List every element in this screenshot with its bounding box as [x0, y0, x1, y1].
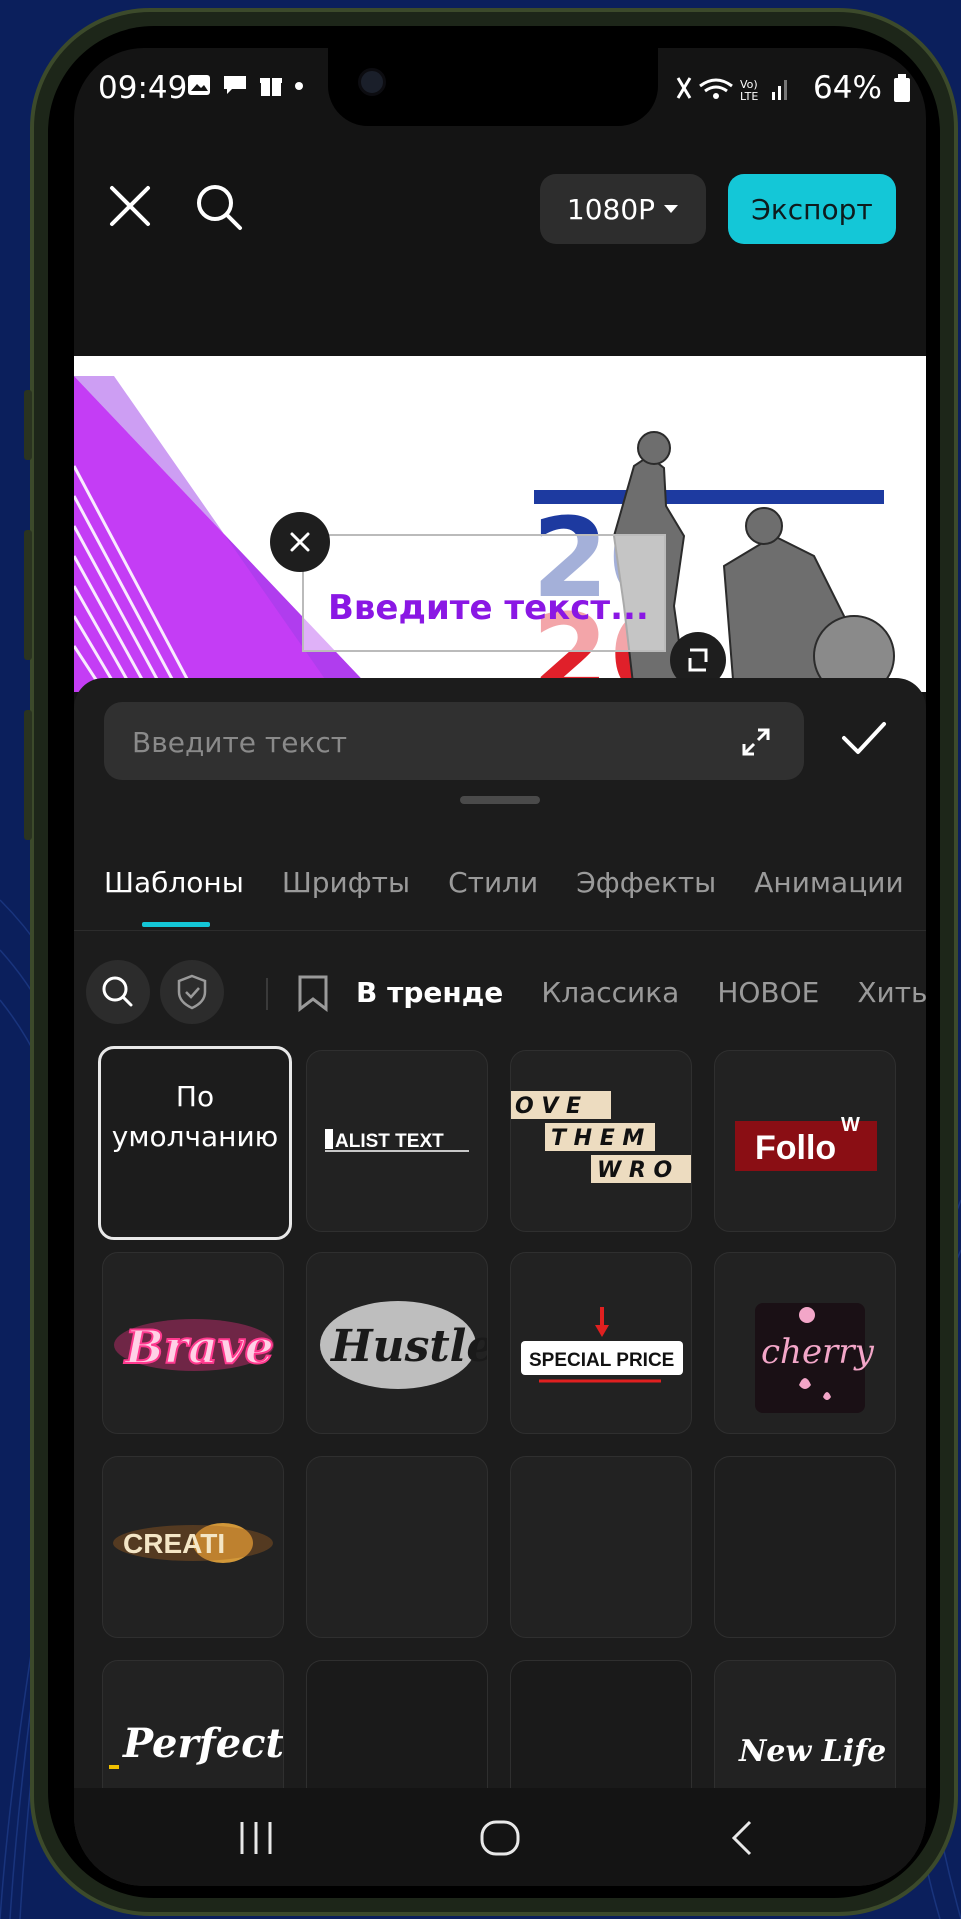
close-icon — [290, 532, 310, 552]
template-tile[interactable]: Hustle — [306, 1252, 488, 1434]
text-input[interactable] — [130, 702, 734, 782]
confirm-check-icon[interactable] — [840, 718, 888, 758]
phone-side-button — [24, 390, 32, 460]
template-preview: Brave — [114, 1319, 275, 1375]
tabs-divider — [74, 930, 926, 931]
chip-trending[interactable]: В тренде — [356, 976, 503, 1009]
sheet-drag-handle[interactable] — [460, 796, 540, 804]
svg-text:Follo: Follo — [755, 1129, 836, 1167]
svg-text:cherry: cherry — [761, 1332, 875, 1372]
text-overlay-placeholder[interactable]: Введите текст... — [328, 588, 649, 628]
status-time: 09:49 — [98, 70, 188, 106]
svg-text:Perfect!: Perfect! — [122, 1720, 284, 1767]
template-tile-empty[interactable] — [510, 1456, 692, 1638]
filter-separator — [266, 978, 268, 1010]
resolution-button[interactable]: 1080P — [540, 174, 706, 244]
template-tile[interactable]: cherry — [714, 1252, 896, 1434]
template-text: ALIST TEXT — [335, 1131, 444, 1152]
chip-classic[interactable]: Классика — [541, 976, 679, 1009]
gallery-icon — [188, 75, 210, 95]
expand-icon[interactable] — [740, 726, 772, 758]
template-tile[interactable]: SPECIAL PRICE — [510, 1252, 692, 1434]
template-preview: cherry — [755, 1303, 875, 1413]
android-nav-bar — [74, 1788, 926, 1886]
template-default-label: По умолчанию — [111, 1080, 279, 1153]
status-bar: 09:49 Vo) LTE 64% — [74, 48, 926, 128]
tab-fonts[interactable]: Шрифты — [282, 866, 410, 899]
search-icon[interactable] — [194, 182, 244, 232]
tab-templates[interactable]: Шаблоны — [104, 866, 244, 899]
svg-text:LTE: LTE — [740, 90, 758, 103]
svg-text:W: W — [841, 1114, 860, 1136]
template-tile-empty[interactable] — [714, 1456, 896, 1638]
category-chips: В тренде Классика НОВОЕ Хиты — [356, 976, 926, 1009]
template-preview: O V E T H E M W R O — [511, 1091, 691, 1183]
svg-text:Brave: Brave — [123, 1320, 274, 1374]
template-preview: SPECIAL PRICE — [521, 1307, 683, 1383]
caret-down-icon — [664, 205, 679, 213]
notification-icons — [186, 72, 304, 98]
app-screen: 09:49 Vo) LTE 64% 1080P Экспорт Введите … — [74, 48, 926, 1886]
tab-styles[interactable]: Стили — [448, 866, 538, 899]
svg-text:SPECIAL PRICE: SPECIAL PRICE — [529, 1350, 674, 1371]
template-preview: Hustle — [320, 1301, 488, 1389]
shield-check-icon — [177, 974, 207, 1010]
dot-icon — [295, 82, 303, 90]
svg-text:CREATI: CREATI — [123, 1528, 225, 1559]
tab-animations[interactable]: Анимации — [754, 866, 903, 899]
active-tab-indicator — [142, 922, 210, 927]
template-tile[interactable]: ALIST TEXT — [306, 1050, 488, 1232]
svg-text:O V E: O V E — [515, 1094, 581, 1119]
chip-hits[interactable]: Хиты — [857, 976, 926, 1009]
svg-text:T H E M: T H E M — [551, 1126, 644, 1151]
signal-icons: Vo) LTE — [676, 77, 787, 103]
template-default[interactable]: По умолчанию — [98, 1046, 292, 1240]
gift-icon — [260, 78, 282, 96]
battery-icon — [894, 74, 910, 102]
template-tile[interactable]: O V E T H E M W R O — [510, 1050, 692, 1232]
text-entry-field[interactable] — [104, 702, 804, 782]
svg-text:New Life: New Life — [738, 1734, 886, 1769]
phone-side-button — [24, 530, 32, 660]
template-tile[interactable]: Brave — [102, 1252, 284, 1434]
delete-text-button[interactable] — [270, 512, 330, 572]
chip-new[interactable]: НОВОЕ — [717, 976, 819, 1009]
search-icon — [102, 976, 133, 1007]
recent-apps-icon[interactable] — [234, 1818, 278, 1858]
template-tile[interactable]: Follo W — [714, 1050, 896, 1232]
export-button[interactable]: Экспорт — [728, 174, 896, 244]
template-preview: Follo W — [735, 1114, 877, 1171]
editor-tabs: Шаблоны Шрифты Стили Эффекты Анимации — [104, 866, 904, 899]
template-tile[interactable]: CREATI — [102, 1456, 284, 1638]
bookmark-icon[interactable] — [296, 974, 330, 1012]
template-preview: CREATI — [113, 1523, 273, 1563]
home-icon[interactable] — [478, 1818, 522, 1858]
front-camera — [358, 68, 386, 96]
resolution-label: 1080P — [566, 192, 656, 226]
tab-effects[interactable]: Эффекты — [576, 866, 716, 899]
text-editor-sheet: Шаблоны Шрифты Стили Эффекты Анимации В … — [74, 678, 926, 1886]
battery-level: 64% — [813, 70, 882, 106]
phone-side-button — [24, 710, 32, 840]
template-preview: ALIST TEXT — [325, 1129, 469, 1152]
video-preview[interactable]: 20 26 Введите текст... — [74, 356, 926, 692]
editor-top-bar: 1080P Экспорт — [74, 126, 926, 244]
template-tile-empty[interactable] — [306, 1456, 488, 1638]
close-icon[interactable] — [108, 184, 152, 228]
template-search-button[interactable] — [86, 960, 150, 1024]
template-filter-row: В тренде Классика НОВОЕ Хиты — [86, 960, 926, 1026]
svg-text:Hustle: Hustle — [329, 1321, 488, 1372]
svg-text:W R O: W R O — [597, 1158, 672, 1183]
back-icon[interactable] — [722, 1818, 766, 1858]
chat-icon — [224, 76, 246, 94]
favorites-shield-button[interactable] — [160, 960, 224, 1024]
